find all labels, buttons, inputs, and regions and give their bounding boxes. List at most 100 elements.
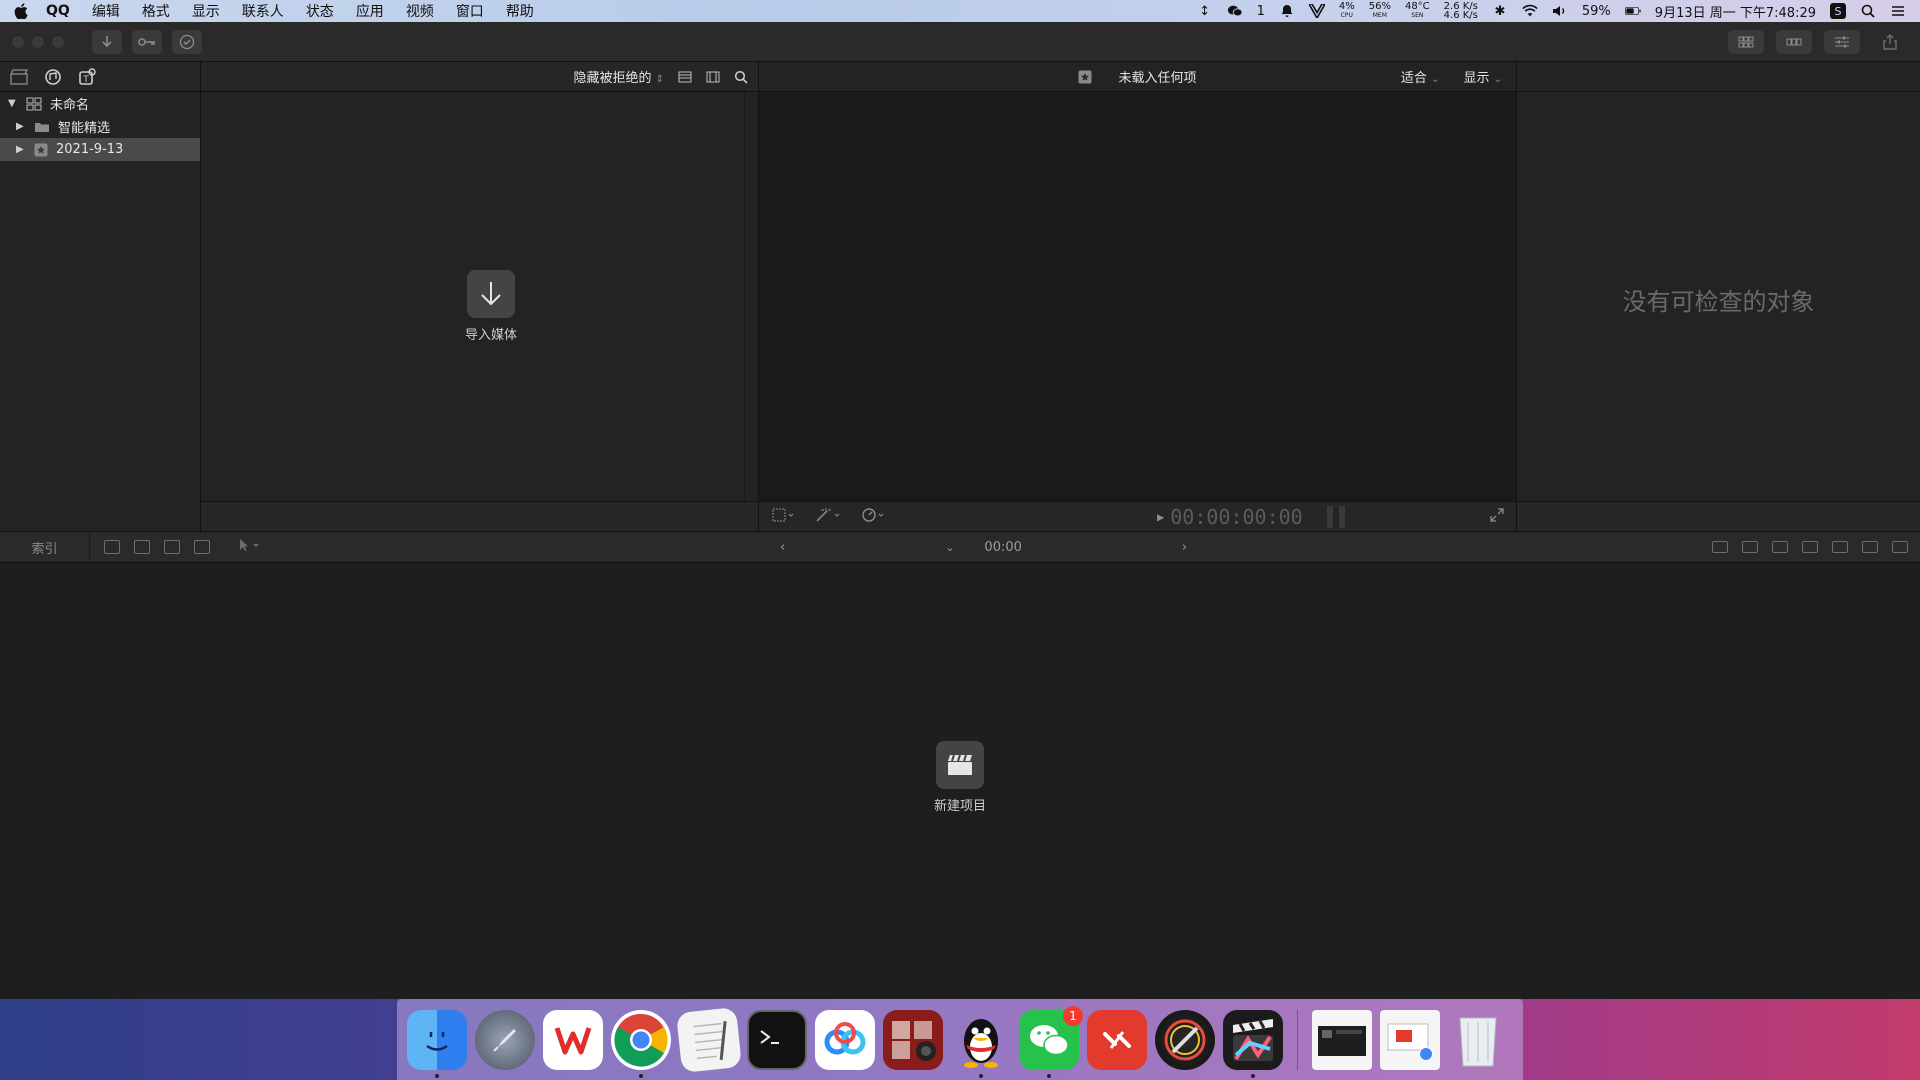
- dock-finder-icon[interactable]: [407, 1009, 467, 1078]
- dock-qq-icon[interactable]: [951, 1010, 1011, 1078]
- overwrite-clip-icon[interactable]: [194, 540, 210, 554]
- timeline-area[interactable]: 新建项目: [0, 563, 1920, 999]
- new-project-icon-box[interactable]: [936, 741, 984, 789]
- menu-status[interactable]: 状态: [306, 1, 334, 21]
- menu-help[interactable]: 帮助: [506, 1, 534, 21]
- transitions-browser-icon[interactable]: [1892, 541, 1908, 553]
- library-grid-icon: [26, 97, 42, 110]
- audio-skimming-icon[interactable]: [1742, 541, 1758, 553]
- browser-scrollbar[interactable]: [744, 92, 758, 501]
- fullscreen-icon[interactable]: [1490, 507, 1504, 526]
- network-stat[interactable]: 2.6 K/s 4.6 K/s: [1444, 2, 1478, 21]
- apple-icon[interactable]: [14, 2, 32, 20]
- battery-icon[interactable]: [1624, 3, 1641, 19]
- menu-contacts[interactable]: 联系人: [242, 1, 284, 21]
- dock-remote-desktop-icon[interactable]: [1087, 1009, 1147, 1070]
- disclosure-open-icon[interactable]: ▼: [8, 98, 18, 109]
- dock-recent-document-2-icon[interactable]: [1380, 1009, 1440, 1070]
- app-s-icon[interactable]: S: [1830, 3, 1846, 19]
- zoom-window-button[interactable]: [52, 35, 64, 48]
- search-icon[interactable]: [734, 70, 748, 84]
- wifi-icon[interactable]: [1522, 3, 1538, 19]
- select-tool-dropdown[interactable]: [238, 538, 262, 556]
- list-view-icon[interactable]: [678, 71, 692, 83]
- battery-percent: 59%: [1581, 3, 1611, 19]
- wechat-menubar-icon[interactable]: [1227, 3, 1243, 19]
- import-media-button[interactable]: 导入媒体: [451, 270, 531, 343]
- forward-chevron-icon[interactable]: ›: [1182, 540, 1187, 555]
- sensor-stat[interactable]: 48°C SEN: [1405, 2, 1430, 20]
- timeline-index-button[interactable]: 索引: [0, 532, 90, 562]
- library-item-root[interactable]: ▼ 未命名: [0, 92, 200, 115]
- dock-terminal-icon[interactable]: [747, 1009, 807, 1070]
- clip-appearance-icon[interactable]: [706, 71, 720, 83]
- dock-pixelmator-icon[interactable]: [1155, 1009, 1215, 1070]
- zoom-fit-label: 适合: [1400, 71, 1427, 86]
- mem-stat[interactable]: 56% MEM: [1369, 2, 1391, 20]
- dock-launchpad-icon[interactable]: [475, 1009, 535, 1070]
- volume-icon[interactable]: [1552, 3, 1568, 19]
- menu-apps[interactable]: 应用: [356, 1, 384, 21]
- clip-appearance-icon[interactable]: [1832, 541, 1848, 553]
- show-timeline-toggle[interactable]: [1776, 29, 1812, 54]
- snapping-icon[interactable]: [1802, 541, 1818, 553]
- solo-headphones-icon[interactable]: [1772, 541, 1788, 553]
- import-media-icon-box[interactable]: [467, 270, 515, 318]
- updown-arrow-icon[interactable]: ↕: [1197, 3, 1213, 19]
- new-project-button[interactable]: 新建项目: [918, 741, 1002, 814]
- transform-dropdown[interactable]: [771, 507, 795, 527]
- bluetooth-icon[interactable]: ✱: [1492, 3, 1508, 19]
- keywords-button[interactable]: [132, 29, 162, 54]
- menu-app-qq[interactable]: QQ: [46, 3, 70, 19]
- show-browser-toggle[interactable]: [1728, 29, 1764, 54]
- skimming-toggle-icon[interactable]: [1712, 541, 1728, 553]
- control-center-icon[interactable]: [1890, 3, 1906, 19]
- menu-view[interactable]: 显示: [192, 1, 220, 21]
- titles-generators-icon[interactable]: T: [78, 67, 96, 86]
- retime-dropdown[interactable]: [861, 507, 887, 527]
- dock-photo-booth-icon[interactable]: [883, 1009, 943, 1070]
- play-icon[interactable]: ▶: [1157, 510, 1164, 524]
- cpu-stat[interactable]: 4% CPU: [1339, 2, 1355, 20]
- connect-clip-icon[interactable]: [104, 540, 120, 554]
- library-item-event[interactable]: ▶ 2021-9-13: [0, 138, 200, 161]
- menubar-datetime[interactable]: 9月13日 周一 下午7:48:29: [1655, 2, 1816, 21]
- library-item-smart-collections[interactable]: ▶ 智能精选: [0, 115, 200, 138]
- menu-window[interactable]: 窗口: [456, 1, 484, 21]
- project-dropdown-chevron-icon[interactable]: ⌄: [945, 541, 954, 554]
- show-inspector-toggle[interactable]: [1824, 29, 1860, 54]
- dock-final-cut-pro-icon[interactable]: [1223, 1009, 1283, 1078]
- clip-filter-dropdown[interactable]: 隐藏被拒绝的 ⇕: [573, 67, 664, 86]
- effects-browser-icon[interactable]: [1862, 541, 1878, 553]
- photos-audio-icon[interactable]: [44, 68, 62, 86]
- minimize-window-button[interactable]: [32, 35, 44, 48]
- bell-icon[interactable]: [1279, 3, 1295, 19]
- dock-baidu-netdisk-icon[interactable]: [815, 1009, 875, 1070]
- timeline-right-controls: [1712, 541, 1908, 553]
- disclosure-closed-icon[interactable]: ▶: [16, 144, 26, 155]
- vue-icon[interactable]: [1308, 3, 1325, 19]
- insert-clip-icon[interactable]: [134, 540, 150, 554]
- view-options-dropdown[interactable]: 显示 ⌄: [1463, 67, 1502, 86]
- close-window-button[interactable]: [12, 35, 24, 48]
- dock-wechat-icon[interactable]: 1: [1019, 1005, 1083, 1078]
- menu-format[interactable]: 格式: [142, 1, 170, 21]
- back-chevron-icon[interactable]: ‹: [780, 540, 785, 555]
- timeline-navigation: ‹ ⌄ 00:00 ›: [780, 540, 1187, 555]
- dock-wps-icon[interactable]: [543, 1009, 603, 1070]
- background-tasks-button[interactable]: [172, 29, 202, 54]
- dock-trash-icon[interactable]: [1448, 1010, 1508, 1070]
- menu-edit[interactable]: 编辑: [92, 1, 120, 21]
- import-button[interactable]: [92, 29, 122, 54]
- append-clip-icon[interactable]: [164, 540, 180, 554]
- zoom-fit-dropdown[interactable]: 适合 ⌄: [1401, 67, 1440, 86]
- menu-video[interactable]: 视频: [406, 1, 434, 21]
- dock-chrome-icon[interactable]: [611, 1009, 671, 1078]
- enhance-dropdown[interactable]: [815, 507, 841, 527]
- dock-recent-document-1-icon[interactable]: [1312, 1009, 1372, 1070]
- share-button[interactable]: [1872, 30, 1908, 54]
- disclosure-closed-icon[interactable]: ▶: [16, 121, 26, 132]
- clapper-board-icon[interactable]: [10, 68, 28, 85]
- dock-textedit-icon[interactable]: [676, 1006, 742, 1073]
- spotlight-search-icon[interactable]: [1860, 3, 1876, 19]
